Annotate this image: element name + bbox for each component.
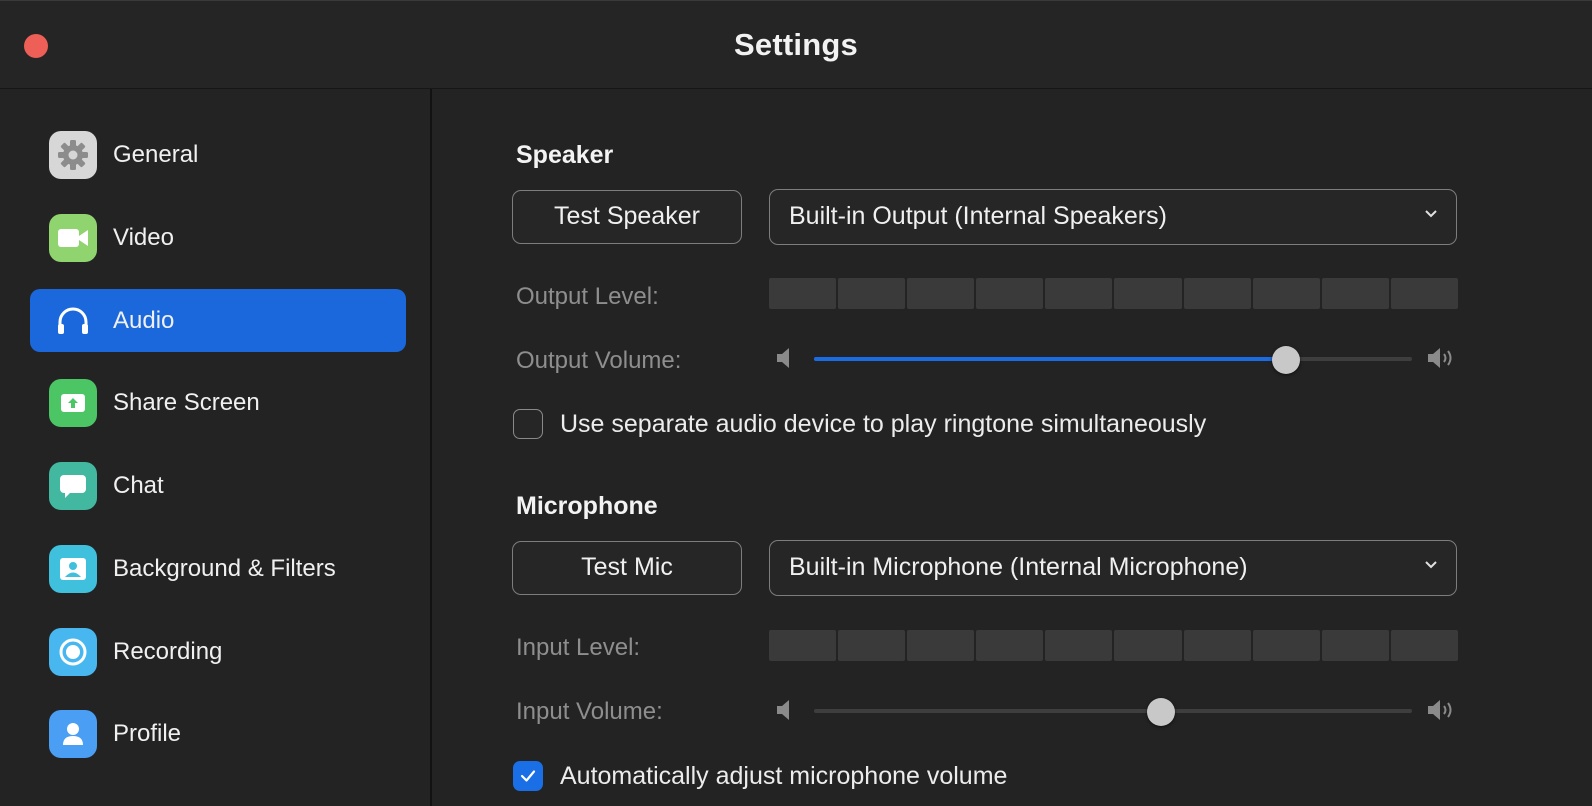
test-speaker-button[interactable]: Test Speaker [512, 190, 742, 244]
sidebar-item-audio[interactable]: Audio [30, 289, 406, 352]
microphone-device-value: Built-in Microphone (Internal Microphone… [789, 553, 1248, 581]
volume-low-icon [777, 700, 789, 720]
microphone-section-title: Microphone [516, 492, 658, 520]
share-screen-icon [49, 379, 97, 427]
settings-window: Settings General Video Audio Share Scree… [0, 0, 1592, 806]
output-level-meter [769, 278, 1458, 309]
record-icon [49, 628, 97, 676]
speaker-device-value: Built-in Output (Internal Speakers) [789, 202, 1167, 230]
sidebar-item-chat[interactable]: Chat [30, 454, 406, 517]
separate-ringtone-checkbox[interactable] [513, 409, 543, 439]
sidebar-item-label: Profile [113, 720, 182, 747]
gear-icon [49, 131, 97, 179]
sidebar-item-label: Background & Filters [113, 555, 336, 582]
speaker-device-select[interactable]: Built-in Output (Internal Speakers) [769, 189, 1457, 245]
auto-adjust-mic-checkbox[interactable] [513, 761, 543, 791]
output-volume-thumb[interactable] [1272, 346, 1301, 374]
microphone-device-select[interactable]: Built-in Microphone (Internal Microphone… [769, 540, 1457, 596]
chevron-down-icon [1425, 561, 1437, 569]
auto-adjust-mic-label[interactable]: Automatically adjust microphone volume [560, 762, 1007, 791]
sidebar-item-label: Audio [113, 307, 175, 334]
input-volume-slider[interactable] [814, 698, 1412, 726]
video-camera-icon [49, 214, 97, 262]
input-level-label: Input Level: [516, 634, 641, 661]
test-mic-button[interactable]: Test Mic [512, 541, 742, 595]
chevron-down-icon [1425, 210, 1437, 218]
output-volume-label: Output Volume: [516, 347, 682, 374]
volume-high-icon [1428, 348, 1452, 368]
sidebar-item-label: Video [113, 224, 174, 251]
separate-ringtone-label[interactable]: Use separate audio device to play ringto… [560, 410, 1206, 439]
checkmark-icon [520, 770, 536, 782]
sidebar-item-label: Share Screen [113, 389, 260, 416]
output-volume-slider[interactable] [814, 346, 1412, 374]
sidebar-item-share-screen[interactable]: Share Screen [30, 371, 406, 434]
title-bar: Settings [0, 1, 1592, 89]
volume-low-icon [777, 348, 789, 368]
settings-sidebar: General Video Audio Share Screen Chat Ba… [0, 89, 432, 806]
window-title: Settings [734, 27, 858, 62]
input-volume-thumb[interactable] [1146, 698, 1175, 726]
sidebar-item-label: Recording [113, 638, 223, 665]
input-volume-label: Input Volume: [516, 698, 663, 725]
portrait-icon [49, 545, 97, 593]
headphones-icon [49, 297, 97, 345]
output-level-label: Output Level: [516, 283, 659, 310]
sidebar-item-general[interactable]: General [30, 123, 406, 186]
volume-high-icon [1428, 700, 1452, 720]
input-level-meter [769, 630, 1458, 661]
speaker-section-title: Speaker [516, 141, 614, 169]
person-icon [49, 710, 97, 758]
sidebar-item-profile[interactable]: Profile [30, 702, 406, 765]
audio-settings-panel: Speaker Test Speaker Built-in Output (In… [434, 89, 1592, 806]
chat-bubble-icon [49, 462, 97, 510]
sidebar-item-recording[interactable]: Recording [30, 620, 406, 683]
sidebar-item-video[interactable]: Video [30, 206, 406, 269]
sidebar-item-background-filters[interactable]: Background & Filters [30, 537, 406, 600]
sidebar-item-label: Chat [113, 472, 164, 499]
sidebar-item-label: General [113, 141, 199, 168]
